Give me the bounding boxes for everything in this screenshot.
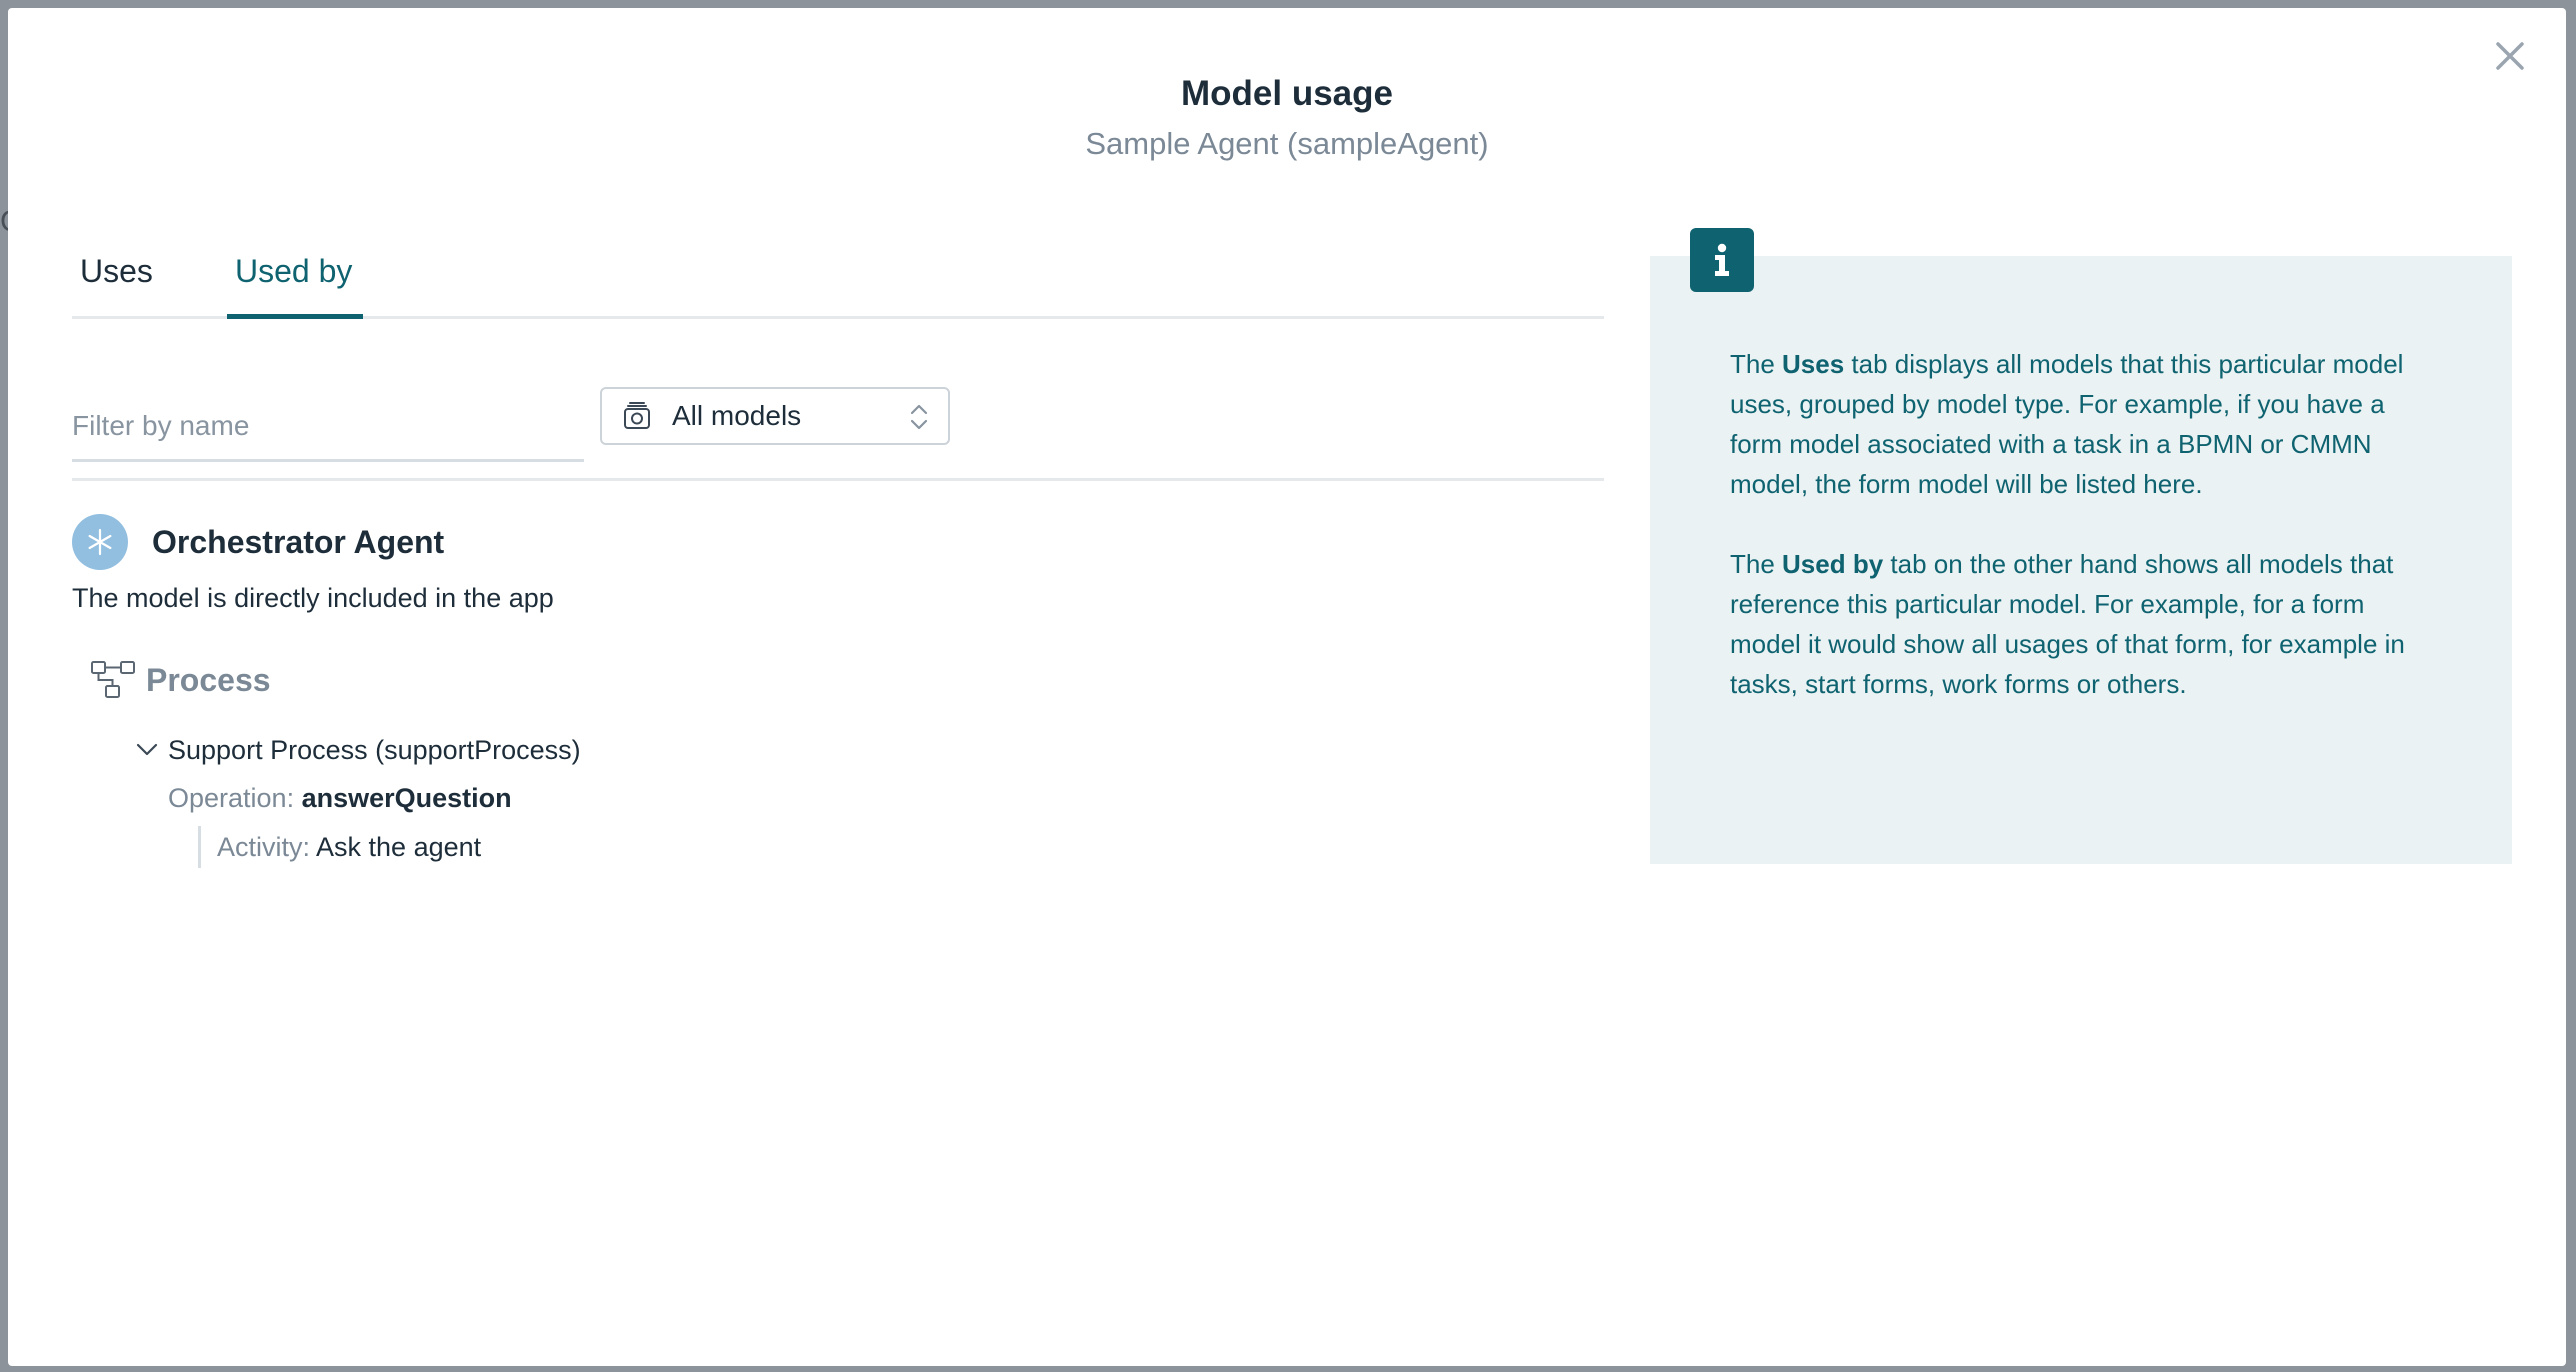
activity-value: Ask the agent <box>316 832 482 862</box>
info-text: The Uses tab displays all models that th… <box>1730 344 2430 744</box>
tab-uses[interactable]: Uses <box>72 233 164 319</box>
info-icon <box>1690 228 1754 292</box>
model-name[interactable]: Orchestrator Agent <box>152 520 444 564</box>
process-item[interactable]: Support Process (supportProcess) <box>168 732 581 768</box>
model-usage-modal: Model usage Sample Agent (sampleAgent) U… <box>8 8 2566 1366</box>
divider <box>72 478 1604 481</box>
operation-label: Operation: <box>168 783 295 813</box>
activity-row: Activity: Ask the agent <box>198 826 481 868</box>
usage-panel: Uses Used by All models Orchestrat <box>64 8 1604 1366</box>
operation-row: Operation: answerQuestion <box>168 780 512 816</box>
asterisk-icon <box>72 514 128 570</box>
info-paragraph-uses: The Uses tab displays all models that th… <box>1730 349 2404 499</box>
info-paragraph-used-by: The Used by tab on the other hand shows … <box>1730 549 2405 699</box>
stack-icon <box>622 401 652 431</box>
filter-input[interactable] <box>72 393 584 462</box>
model-description: The model is directly included in the ap… <box>72 583 554 613</box>
tab-bar: Uses Used by <box>72 233 1604 319</box>
chevron-down-icon[interactable] <box>134 738 160 760</box>
model-group-label: Process <box>146 662 271 698</box>
model-type-select[interactable]: All models <box>600 387 950 445</box>
activity-label: Activity: <box>217 832 311 862</box>
operation-value: answerQuestion <box>301 783 512 813</box>
model-type-select-value: All models <box>672 400 802 431</box>
process-icon <box>90 660 138 700</box>
tab-used-by[interactable]: Used by <box>227 233 363 319</box>
select-arrows-icon <box>908 403 930 431</box>
